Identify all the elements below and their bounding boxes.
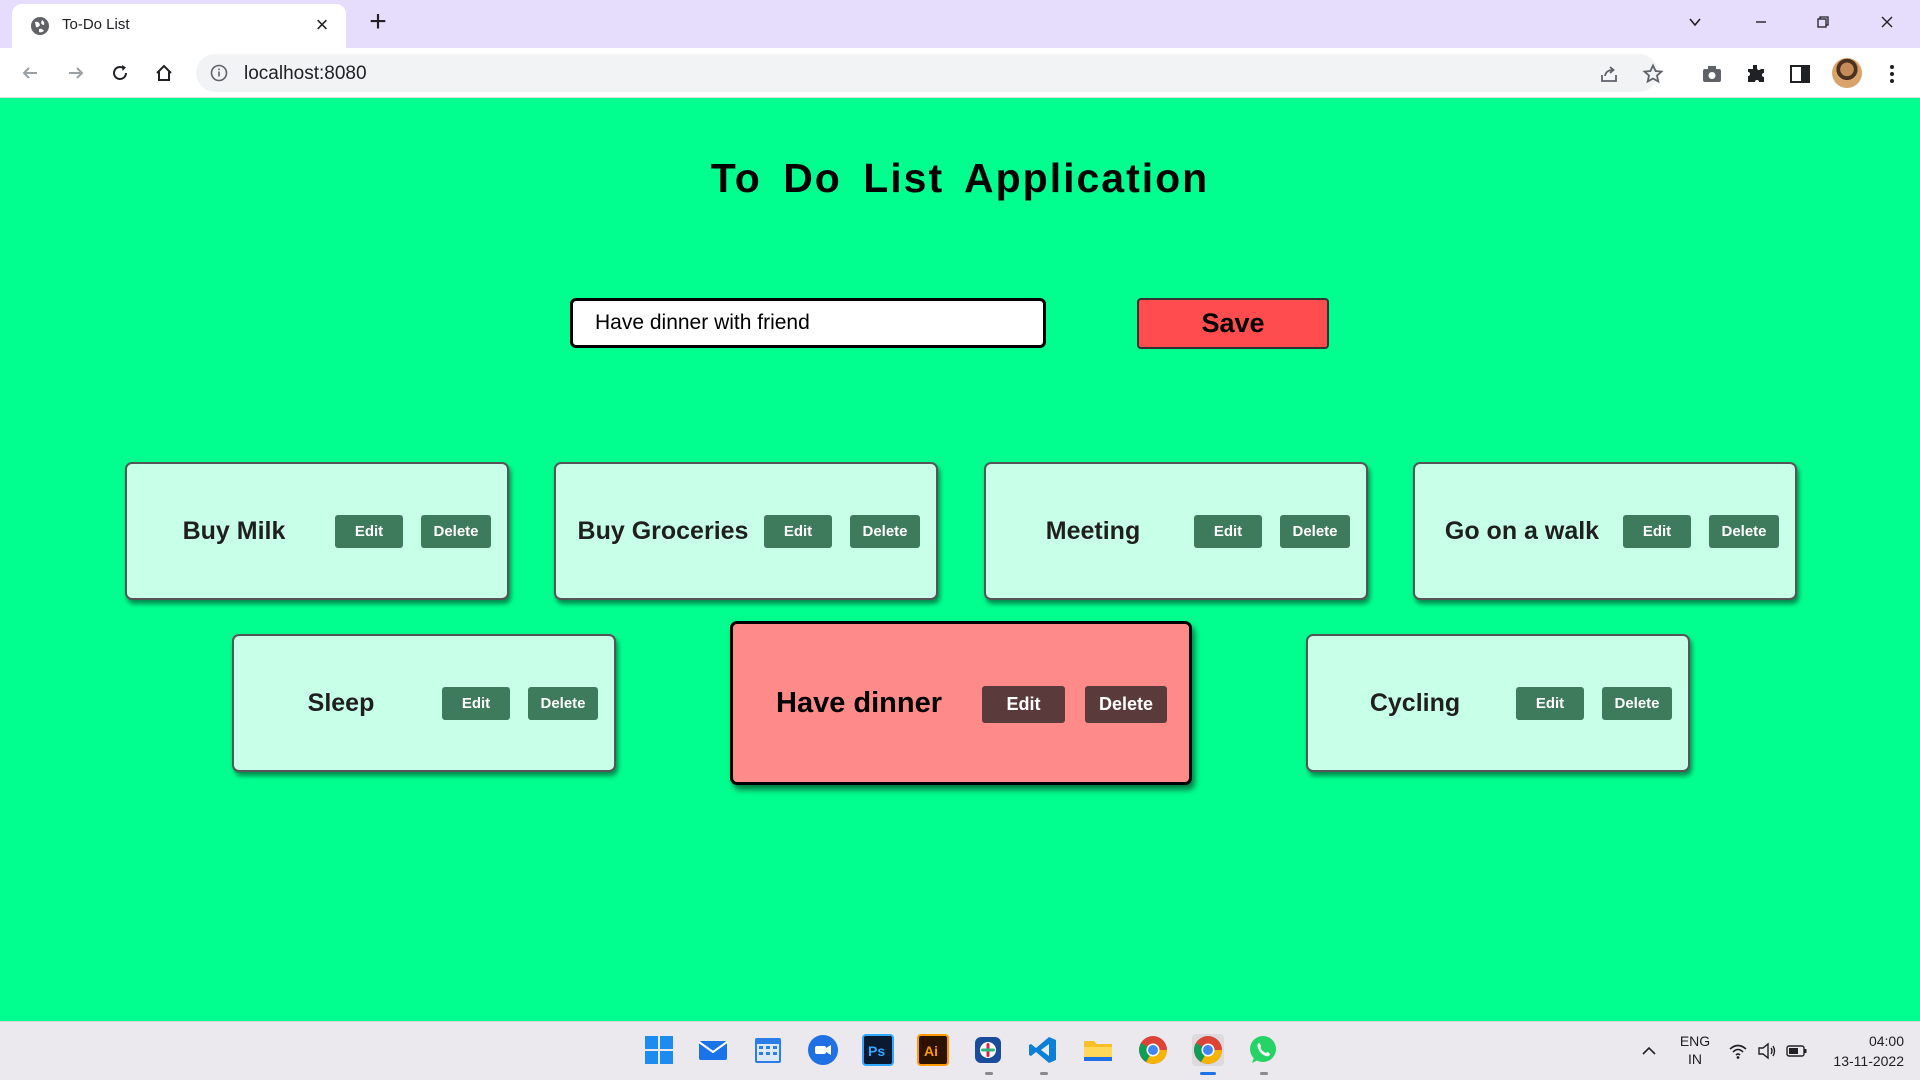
close-window-icon[interactable]	[1864, 6, 1910, 40]
edit-button[interactable]: Edit	[1194, 515, 1262, 548]
task-label: Meeting	[1045, 516, 1141, 545]
page-title: To Do List Application	[710, 155, 1210, 201]
save-button[interactable]: Save	[1137, 298, 1329, 349]
profile-avatar[interactable]	[1832, 58, 1862, 88]
browser-tab-strip: To-Do List × +	[0, 0, 1920, 48]
extensions-icon[interactable]	[1744, 62, 1768, 86]
chrome-icon[interactable]	[1137, 1034, 1169, 1066]
edit-button[interactable]: Edit	[1623, 515, 1691, 548]
address-bar[interactable]: localhost:8080	[196, 54, 1664, 92]
delete-button[interactable]: Delete	[1085, 686, 1167, 723]
tab-title: To-Do List	[62, 16, 130, 33]
task-label: Sleep	[307, 688, 375, 717]
close-tab-icon[interactable]: ×	[310, 13, 334, 37]
bookmark-star-icon[interactable]	[1642, 63, 1664, 85]
task-card: Go on a walk Edit Delete	[1413, 462, 1797, 600]
os-taskbar: Ps Ai ENG IN 04:00 13-11-2022	[0, 1021, 1920, 1080]
whatsapp-icon[interactable]	[1247, 1034, 1279, 1066]
menu-dots-icon[interactable]	[1880, 62, 1904, 86]
task-card: Buy Milk Edit Delete	[125, 462, 509, 600]
task-label: Buy Groceries	[577, 516, 749, 545]
delete-button[interactable]: Delete	[1602, 687, 1672, 720]
url-text: localhost:8080	[244, 63, 367, 84]
tab-search-icon[interactable]	[1672, 6, 1718, 40]
home-icon[interactable]	[148, 57, 180, 89]
browser-toolbar: localhost:8080	[0, 48, 1920, 98]
start-icon[interactable]	[643, 1034, 675, 1066]
task-card: Meeting Edit Delete	[984, 462, 1368, 600]
svg-text:Ps: Ps	[868, 1043, 885, 1059]
edit-button[interactable]: Edit	[442, 687, 510, 720]
running-indicator	[1260, 1072, 1268, 1075]
file-explorer-icon[interactable]	[1082, 1034, 1114, 1066]
task-label: Have dinner	[776, 686, 942, 719]
minimize-icon[interactable]	[1738, 6, 1784, 40]
site-info-icon[interactable]	[210, 64, 228, 82]
browser-tab[interactable]: To-Do List ×	[12, 4, 346, 48]
globe-icon	[31, 17, 49, 35]
task-card: Cycling Edit Delete	[1306, 634, 1690, 772]
wifi-icon[interactable]	[1728, 1041, 1748, 1061]
task-label: Buy Milk	[182, 516, 286, 545]
forward-icon[interactable]	[60, 57, 92, 89]
photoshop-icon[interactable]: Ps	[862, 1034, 894, 1066]
running-indicator	[985, 1072, 993, 1075]
battery-icon[interactable]	[1786, 1041, 1808, 1061]
slack-icon[interactable]	[972, 1034, 1004, 1066]
delete-button[interactable]: Delete	[1280, 515, 1350, 548]
clock[interactable]: 04:00 13-11-2022	[1820, 1033, 1904, 1069]
clock-time: 04:00	[1868, 1033, 1904, 1049]
task-label: Go on a walk	[1444, 516, 1600, 545]
share-icon[interactable]	[1598, 63, 1620, 85]
illustrator-icon[interactable]: Ai	[917, 1034, 949, 1066]
camera-icon[interactable]	[1700, 62, 1724, 86]
task-card: Buy Groceries Edit Delete	[554, 462, 938, 600]
reload-icon[interactable]	[104, 57, 136, 89]
task-card-active: Have dinner Edit Delete	[730, 621, 1192, 785]
chevron-up-icon[interactable]	[1640, 1042, 1658, 1060]
edit-button[interactable]: Edit	[1516, 687, 1584, 720]
delete-button[interactable]: Delete	[1709, 515, 1779, 548]
chrome-icon[interactable]	[1192, 1034, 1224, 1066]
language-code: ENG	[1679, 1033, 1711, 1049]
volume-icon[interactable]	[1757, 1041, 1777, 1061]
clock-date: 13-11-2022	[1833, 1053, 1904, 1069]
new-tab-icon[interactable]: +	[364, 7, 392, 37]
mail-icon[interactable]	[697, 1034, 729, 1066]
calendar-icon[interactable]	[752, 1034, 784, 1066]
delete-button[interactable]: Delete	[850, 515, 920, 548]
restore-icon[interactable]	[1800, 6, 1846, 40]
language-indicator[interactable]: ENG IN	[1678, 1033, 1712, 1067]
edit-button[interactable]: Edit	[764, 515, 832, 548]
region-code: IN	[1688, 1051, 1702, 1067]
delete-button[interactable]: Delete	[421, 515, 491, 548]
svg-text:Ai: Ai	[924, 1043, 938, 1059]
edit-button[interactable]: Edit	[982, 686, 1065, 723]
task-card: Sleep Edit Delete	[232, 634, 616, 772]
zoom-icon[interactable]	[807, 1034, 839, 1066]
todo-app: To Do List Application Save Buy Milk Edi…	[0, 99, 1920, 1021]
vscode-icon[interactable]	[1027, 1034, 1059, 1066]
task-input[interactable]	[570, 298, 1046, 348]
running-indicator	[1040, 1072, 1048, 1075]
edit-button[interactable]: Edit	[335, 515, 403, 548]
active-indicator	[1200, 1072, 1216, 1075]
delete-button[interactable]: Delete	[528, 687, 598, 720]
back-icon[interactable]	[14, 57, 46, 89]
side-panel-icon[interactable]	[1788, 62, 1812, 86]
task-label: Cycling	[1369, 688, 1461, 717]
